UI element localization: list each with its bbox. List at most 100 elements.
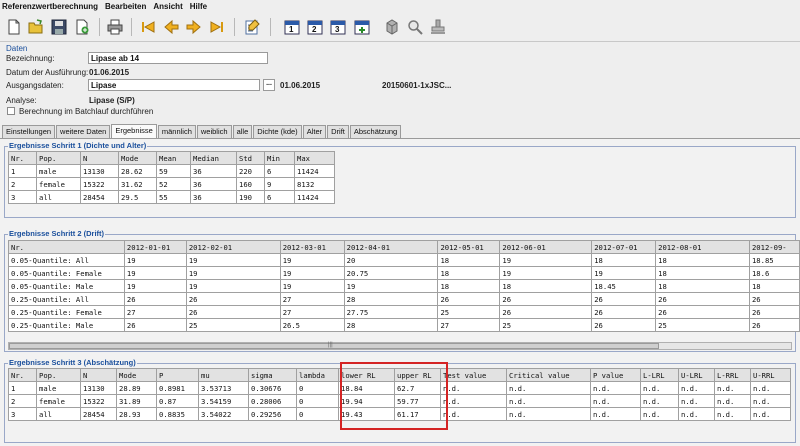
step2-cell[interactable]: 18.6 (748, 266, 800, 280)
step3-cell[interactable]: 0 (296, 407, 339, 421)
step2-cell[interactable]: 18.85 (748, 253, 800, 267)
step2-cell[interactable]: 20.75 (343, 266, 439, 280)
step1-cell[interactable]: 220 (236, 164, 265, 178)
step3-cell[interactable]: all (36, 407, 81, 421)
step2-row[interactable]: 0.05-Quantile: Female 19 19 19 20.75 18 19 19 18… (8, 266, 800, 280)
step2-cell[interactable]: 18 (655, 266, 750, 280)
step1-cell[interactable]: 29.5 (118, 190, 157, 204)
cube-button[interactable] (381, 16, 403, 38)
edit-button[interactable] (241, 16, 263, 38)
batch-checkbox[interactable] (7, 107, 15, 115)
step2-cell[interactable]: 26 (499, 305, 593, 319)
step3-cell[interactable]: 28.93 (116, 407, 157, 421)
tab-einstellungen[interactable]: Einstellungen (2, 125, 56, 138)
step2-cell[interactable]: 26 (499, 292, 593, 306)
tab-drift[interactable]: Drift (327, 125, 349, 138)
step2-cell[interactable]: 18 (591, 253, 657, 267)
step3-cell[interactable]: 2 (8, 394, 37, 408)
step1-cell[interactable]: 1 (8, 164, 37, 178)
step3-column-header[interactable]: L-LRL (640, 368, 679, 382)
step2-cell[interactable]: 0.05-Quantile: All (8, 253, 125, 267)
step1-column-header[interactable]: Mode (118, 151, 157, 165)
step2-cell[interactable]: 26 (185, 305, 281, 319)
step1-cell[interactable]: female (36, 177, 81, 191)
tab-abschaetzung[interactable]: Abschätzung (349, 125, 402, 138)
step2-cell[interactable]: 19 (591, 266, 657, 280)
step3-cell[interactable]: n.d. (678, 381, 715, 395)
step3-cell[interactable]: n.d. (714, 394, 751, 408)
step3-column-header[interactable]: N (80, 368, 117, 382)
step2-cell[interactable]: 26 (655, 305, 750, 319)
menu-referenzwertberechnung[interactable]: Referenzwertberechnung (2, 2, 98, 11)
tab-dichte-kde[interactable]: Dichte (kde) (253, 125, 302, 138)
search-button[interactable] (404, 16, 426, 38)
step2-column-header[interactable]: 2012-07-01 (591, 240, 657, 254)
step-1-button[interactable]: 1 (281, 16, 303, 38)
step3-column-header[interactable]: L-RRL (714, 368, 751, 382)
tab-maennlich[interactable]: männlich (157, 125, 196, 138)
step3-cell[interactable]: 0 (296, 394, 339, 408)
step2-cell[interactable]: 25 (185, 318, 281, 332)
first-record-button[interactable] (137, 16, 159, 38)
step2-cell[interactable]: 19 (185, 279, 281, 293)
step3-column-header[interactable]: lambda (296, 368, 339, 382)
step1-cell[interactable]: 11424 (294, 164, 335, 178)
step3-column-header[interactable]: Nr. (8, 368, 37, 382)
step2-cell[interactable]: 19 (185, 266, 281, 280)
next-record-button[interactable] (183, 16, 205, 38)
step3-cell[interactable]: n.d. (440, 407, 507, 421)
step3-cell[interactable]: 3.54022 (198, 407, 249, 421)
step3-cell[interactable]: n.d. (750, 407, 791, 421)
step2-cell[interactable]: 18 (437, 279, 501, 293)
step1-cell[interactable]: 8132 (294, 177, 335, 191)
step3-column-header[interactable]: Test value (440, 368, 507, 382)
step3-cell[interactable]: 3.53713 (198, 381, 249, 395)
calendar-add-button[interactable] (351, 16, 373, 38)
step1-cell[interactable]: male (36, 164, 81, 178)
step2-column-header[interactable]: 2012-03-01 (279, 240, 345, 254)
step1-cell[interactable]: 28.62 (118, 164, 157, 178)
previous-record-button[interactable] (160, 16, 182, 38)
step3-cell[interactable]: 3.54159 (198, 394, 249, 408)
step3-column-header[interactable]: P value (590, 368, 641, 382)
tab-alter[interactable]: Alter (302, 125, 327, 138)
step1-cell[interactable]: 6 (264, 190, 295, 204)
step3-cell[interactable]: n.d. (590, 381, 641, 395)
step2-cell[interactable]: 28 (343, 292, 439, 306)
step1-cell[interactable]: 31.62 (118, 177, 157, 191)
new-document-button[interactable] (3, 16, 25, 38)
step2-cell[interactable]: 0.25-Quantile: All (8, 292, 125, 306)
step3-cell[interactable]: 1 (8, 381, 37, 395)
step1-cell[interactable]: 36 (190, 164, 237, 178)
step3-cell[interactable]: 3 (8, 407, 37, 421)
step3-cell[interactable]: 0.29256 (248, 407, 297, 421)
step2-cell[interactable]: 18 (437, 266, 501, 280)
step2-cell[interactable]: 19 (123, 253, 187, 267)
step2-cell[interactable]: 0.05-Quantile: Male (8, 279, 125, 293)
step2-row[interactable]: 0.05-Quantile: All 19 19 19 20 18 19 18 18 18.85 (8, 253, 800, 267)
step1-cell[interactable]: 36 (190, 190, 237, 204)
step-3-button[interactable]: 3 (327, 16, 349, 38)
step1-column-header[interactable]: Nr. (8, 151, 37, 165)
step3-cell[interactable]: n.d. (678, 394, 715, 408)
menu-bearbeiten[interactable]: Bearbeiten (105, 2, 146, 11)
step1-row[interactable]: 2 female 15322 31.62 52 36 160 9 8132 (8, 177, 335, 191)
step3-cell[interactable]: female (36, 394, 81, 408)
step2-cell[interactable]: 26 (185, 292, 281, 306)
step2-cell[interactable]: 18.45 (591, 279, 657, 293)
step2-cell[interactable]: 19 (185, 253, 281, 267)
step3-cell[interactable]: 0.8835 (156, 407, 199, 421)
step2-column-header[interactable]: 2012-06-01 (499, 240, 593, 254)
step2-scrollbar-thumb[interactable]: ||| (9, 342, 659, 349)
step1-cell[interactable]: 9 (264, 177, 295, 191)
menu-hilfe[interactable]: Hilfe (190, 2, 207, 11)
step-2-button[interactable]: 2 (304, 16, 326, 38)
step2-cell[interactable]: 0.05-Quantile: Female (8, 266, 125, 280)
step3-cell[interactable]: 31.89 (116, 394, 157, 408)
add-document-button[interactable] (71, 16, 93, 38)
step1-column-header[interactable]: Mean (156, 151, 191, 165)
step1-cell[interactable]: 2 (8, 177, 37, 191)
open-button[interactable] (25, 16, 47, 38)
bezeichnung-input[interactable]: Lipase ab 14 (88, 52, 268, 64)
step2-cell[interactable]: 27 (279, 292, 345, 306)
